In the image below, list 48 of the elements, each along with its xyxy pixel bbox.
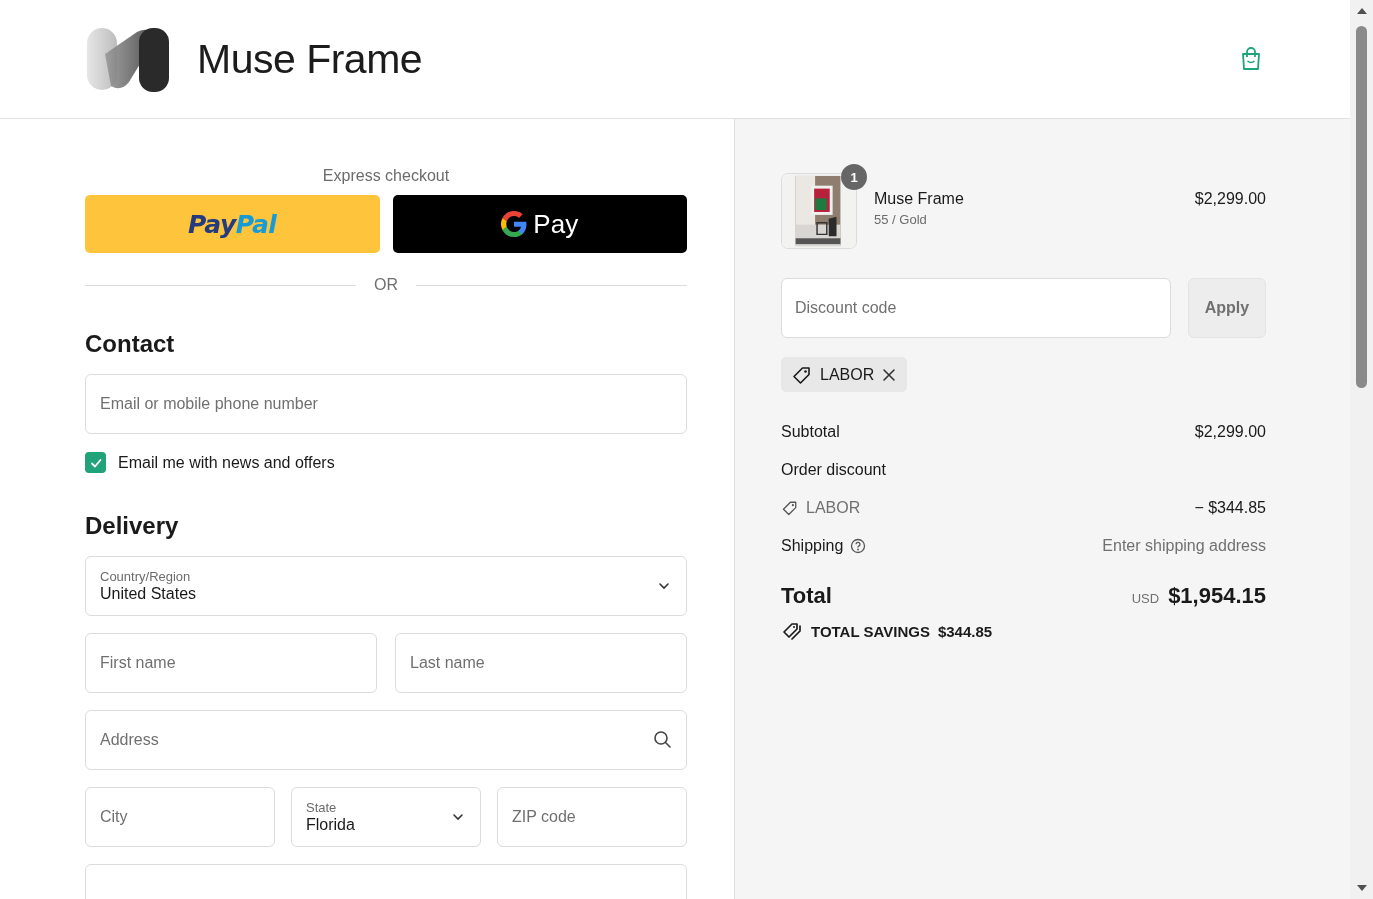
brand-name: Muse Frame [197, 35, 424, 83]
input-field[interactable]: ZIP code [497, 787, 687, 847]
summary-value: − $344.85 [1194, 499, 1266, 517]
search-icon [653, 730, 671, 748]
close-icon [881, 366, 898, 383]
product-name: Muse Frame [874, 190, 965, 208]
summary-label: Order discount [781, 461, 886, 479]
input-field[interactable]: City [85, 787, 275, 847]
savings-label: TOTAL SAVINGS [811, 622, 930, 640]
help-icon [850, 538, 867, 554]
apply-button[interactable]: Apply [1188, 278, 1266, 338]
savings-amount: $344.85 [937, 622, 993, 640]
quantity-badge: 1 [841, 164, 867, 190]
paypal-button[interactable]: PayPal [85, 195, 380, 253]
section-heading: Delivery [85, 512, 180, 540]
email-field[interactable]: Email or mobile phone number [85, 374, 687, 434]
google-pay-button[interactable]: Pay [392, 195, 687, 253]
summary-value: Enter shipping address [1102, 537, 1266, 555]
scrollbar[interactable] [1350, 0, 1373, 899]
product-price: $2,299.00 [1194, 189, 1266, 208]
section-heading: Contact [85, 330, 176, 358]
total-label: Total [781, 583, 832, 609]
scrollbar-thumb[interactable] [1356, 26, 1367, 388]
input-field[interactable]: First name [85, 633, 377, 693]
scroll-down-icon [1355, 883, 1368, 893]
summary-label: Subtotal [781, 423, 840, 441]
section-title: Express checkout [321, 167, 451, 185]
google-icon [501, 211, 528, 237]
product-variant: 55 / Gold [874, 212, 928, 227]
currency-code: USD [1131, 591, 1160, 606]
dropdown-field[interactable]: State Florida [291, 787, 481, 847]
discount-code-field[interactable]: Discount code [781, 278, 1171, 338]
tag-icon [781, 499, 799, 517]
summary-value: $2,299.00 [1194, 423, 1266, 441]
tags-icon [781, 621, 803, 641]
logo-icon [87, 28, 169, 92]
scroll-up-icon [1355, 6, 1368, 16]
summary-label: Shipping [781, 537, 844, 555]
total-amount: $1,954.15 [1168, 583, 1266, 609]
dropdown-field[interactable]: Country/Region United States [85, 556, 687, 616]
input-field[interactable]: Last name [395, 633, 687, 693]
checkbox-label: Email me with news and offers [118, 453, 335, 472]
discount-tag: LABOR [781, 357, 908, 392]
divider-label: OR [374, 276, 398, 294]
checkbox[interactable] [85, 452, 106, 473]
address-field[interactable]: Address [85, 710, 687, 770]
discount-code-label: LABOR [806, 499, 861, 517]
remove-button[interactable] [881, 366, 898, 383]
